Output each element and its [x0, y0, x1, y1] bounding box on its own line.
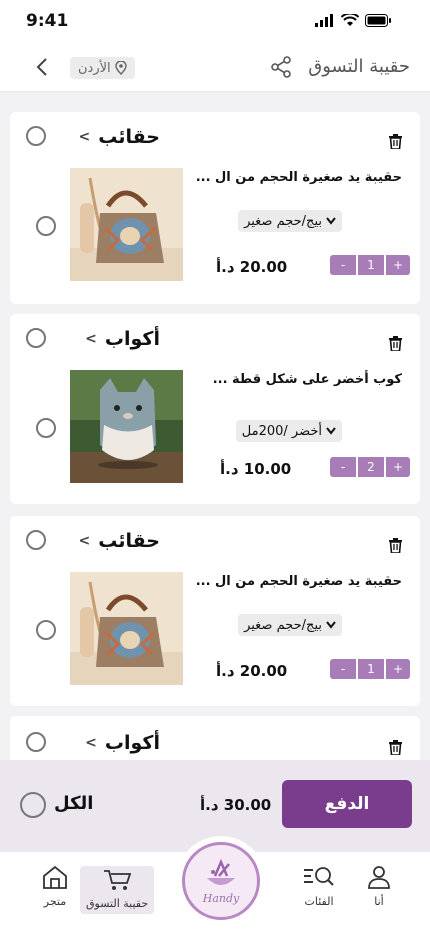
chevron-left-icon: < — [85, 331, 97, 347]
delete-button[interactable] — [389, 336, 402, 355]
logo-text: Handy — [202, 892, 240, 905]
delete-button[interactable] — [389, 134, 402, 153]
item-select-radio[interactable] — [36, 418, 56, 438]
nav-item-cart[interactable]: حقيبة التسوق — [80, 866, 155, 914]
store-name: حقائب — [98, 530, 160, 552]
battery-icon — [365, 14, 391, 27]
nav-item-me[interactable]: أنا — [360, 864, 398, 908]
header: حقيبة التسوق الأردن — [0, 44, 430, 92]
delete-button[interactable] — [389, 538, 402, 557]
cart-store-card: < حقائب حقيبة يد صغيرة الحجم من ال ... ب… — [10, 112, 420, 304]
store-link[interactable]: < أكواب — [85, 732, 160, 754]
nav-item-store[interactable]: متجر — [38, 864, 72, 908]
status-icons — [315, 14, 392, 27]
brand-logo[interactable]: Handy — [176, 836, 266, 926]
nav-label: أنا — [374, 895, 384, 908]
product-image-cup[interactable] — [70, 370, 183, 483]
trash-icon — [389, 336, 402, 352]
variant-selector[interactable]: بيج/حجم صغير — [238, 210, 342, 232]
item-price: 20.00 د.أ — [216, 258, 288, 276]
increase-qty-button[interactable]: + — [386, 457, 410, 477]
category-search-icon — [304, 867, 334, 886]
quantity-value: 1 — [358, 255, 384, 275]
quantity-stepper: - 1 + — [330, 659, 410, 679]
bottom-nav: أنا الفئات Handy حقيبة التسوق متجر — [0, 836, 430, 932]
share-button[interactable] — [270, 56, 292, 82]
variant-selector[interactable]: بيج/حجم صغير — [238, 614, 342, 636]
store-select-radio[interactable] — [26, 328, 46, 348]
location-label: الأردن — [78, 60, 111, 76]
variant-label: أخضر /200مل — [241, 423, 322, 439]
decrease-qty-button[interactable]: - — [330, 457, 356, 477]
quantity-stepper: - 1 + — [330, 255, 410, 275]
page-title: حقيبة التسوق — [308, 56, 410, 77]
back-button[interactable] — [32, 56, 52, 82]
store-name: أكواب — [104, 328, 160, 350]
select-all-radio[interactable] — [20, 792, 46, 818]
variant-label: بيج/حجم صغير — [244, 617, 322, 633]
cart-store-card: < أكواب كوب أخضر على شكل قطة ... أخضر /2… — [10, 314, 420, 504]
status-time: 9:41 — [26, 11, 69, 31]
variant-selector[interactable]: أخضر /200مل — [235, 420, 342, 442]
total-price: 30.00 د.أ — [200, 796, 272, 814]
quantity-stepper: - 2 + — [330, 457, 410, 477]
store-select-radio[interactable] — [26, 530, 46, 550]
increase-qty-button[interactable]: + — [386, 659, 410, 679]
increase-qty-button[interactable]: + — [386, 255, 410, 275]
store-name: حقائب — [98, 126, 160, 148]
wifi-icon — [341, 14, 359, 26]
product-image-bag[interactable] — [70, 168, 183, 281]
item-price: 20.00 د.أ — [216, 662, 288, 680]
user-icon — [368, 866, 390, 889]
store-select-radio[interactable] — [26, 732, 46, 752]
quantity-value: 2 — [358, 457, 384, 477]
nav-label: الفئات — [304, 895, 334, 908]
chevron-left-icon — [36, 58, 47, 76]
store-select-radio[interactable] — [26, 126, 46, 146]
product-name[interactable]: كوب أخضر على شكل قطة ... — [213, 372, 402, 387]
chevron-left-icon: < — [78, 533, 91, 549]
item-select-radio[interactable] — [36, 620, 56, 640]
product-image-bag[interactable] — [70, 572, 183, 685]
product-name[interactable]: حقيبة يد صغيرة الحجم من ال ... — [196, 170, 402, 185]
decrease-qty-button[interactable]: - — [330, 659, 356, 679]
quantity-value: 1 — [358, 659, 384, 679]
decrease-qty-button[interactable]: - — [330, 255, 356, 275]
trash-icon — [389, 134, 402, 150]
store-link[interactable]: < حقائب — [79, 126, 160, 148]
store-link[interactable]: < أكواب — [85, 328, 160, 350]
status-bar: 9:41 — [0, 0, 430, 44]
pay-button[interactable]: الدفع — [282, 780, 412, 828]
delete-button[interactable] — [389, 740, 402, 759]
item-select-radio[interactable] — [36, 216, 56, 236]
nav-label: متجر — [43, 895, 67, 908]
chevron-down-icon — [326, 217, 336, 225]
item-price: 10.00 د.أ — [220, 460, 292, 478]
cart-store-card: < حقائب حقيبة يد صغيرة الحجم من ال ... ب… — [10, 516, 420, 706]
product-name[interactable]: حقيبة يد صغيرة الحجم من ال ... — [196, 574, 402, 589]
chevron-left-icon: < — [78, 129, 91, 145]
handy-logo-icon: Handy — [182, 842, 260, 920]
location-pin-icon — [114, 61, 127, 75]
home-icon — [43, 865, 67, 889]
store-name: أكواب — [104, 732, 160, 754]
select-all-label[interactable]: الكل — [54, 793, 93, 814]
cart-icon — [104, 870, 132, 890]
nav-label: حقيبة التسوق — [86, 897, 149, 910]
nav-item-categories[interactable]: الفئات — [298, 864, 340, 908]
trash-icon — [389, 740, 402, 756]
share-icon — [271, 56, 291, 78]
chevron-down-icon — [326, 427, 336, 435]
chevron-left-icon: < — [85, 735, 97, 751]
chevron-down-icon — [326, 621, 336, 629]
location-selector[interactable]: الأردن — [70, 57, 135, 79]
variant-label: بيج/حجم صغير — [244, 213, 322, 229]
signal-icon — [315, 14, 333, 27]
store-link[interactable]: < حقائب — [79, 530, 160, 552]
trash-icon — [389, 538, 402, 554]
